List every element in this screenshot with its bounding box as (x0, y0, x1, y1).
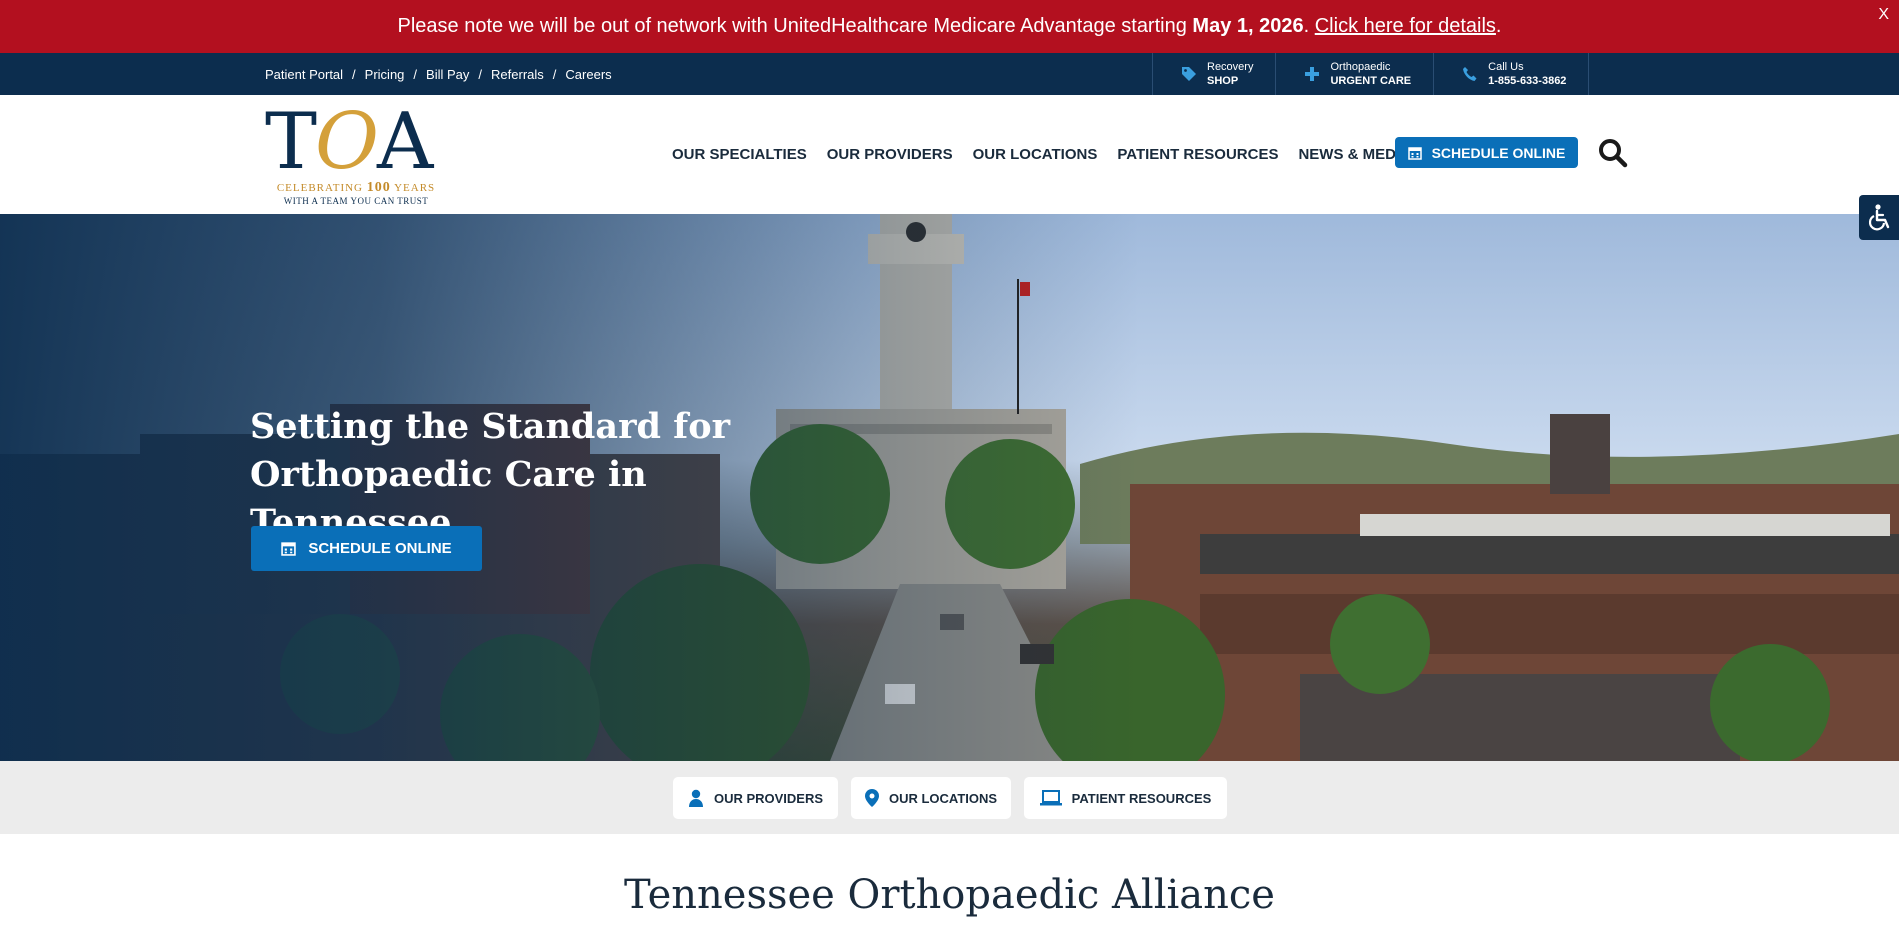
util-link-pricing[interactable]: Pricing (365, 67, 405, 82)
utility-actions: Recovery SHOP Orthopaedic URGENT CARE Call… (1152, 53, 1590, 95)
wheelchair-icon (1868, 203, 1890, 230)
calendar-icon (281, 542, 297, 556)
page-title: Tennessee Orthopaedic Alliance (624, 872, 1275, 918)
call-us-link[interactable]: Call Us 1-855-633-3862 (1433, 53, 1590, 95)
nav-our-locations[interactable]: OUR LOCATIONS (973, 146, 1098, 163)
util-link-referrals[interactable]: Referrals (491, 67, 544, 82)
utility-bar: Patient Portal / Pricing / Bill Pay / Re… (0, 53, 1899, 95)
urgent-care-link[interactable]: Orthopaedic URGENT CARE (1275, 53, 1433, 95)
quick-links-bar: OUR PROVIDERS OUR LOCATIONS PATIENT RESO… (0, 761, 1899, 834)
hero-section: Setting the Standard for Orthopaedic Car… (0, 214, 1899, 761)
search-icon[interactable] (1598, 138, 1628, 168)
toa-logo[interactable]: TOA CELEBRATING 100 YEARS WITH A TEAM YO… (265, 102, 447, 208)
alert-details-link[interactable]: Click here for details (1315, 15, 1496, 37)
map-pin-icon (864, 789, 879, 807)
nav-our-providers[interactable]: OUR PROVIDERS (827, 146, 953, 163)
alert-close-button[interactable]: X (1878, 6, 1889, 24)
alert-text: Please note we will be out of network wi… (397, 15, 1502, 37)
laptop-icon (1039, 790, 1062, 806)
util-link-bill-pay[interactable]: Bill Pay (426, 67, 469, 82)
quick-link-providers[interactable]: OUR PROVIDERS (673, 777, 838, 819)
util-link-patient-portal[interactable]: Patient Portal (265, 67, 343, 82)
util-link-careers[interactable]: Careers (565, 67, 611, 82)
recovery-shop-link[interactable]: Recovery SHOP (1152, 53, 1275, 95)
quick-link-patient-resources[interactable]: PATIENT RESOURCES (1024, 777, 1227, 819)
header-schedule-button[interactable]: SCHEDULE ONLINE (1395, 137, 1578, 168)
calendar-icon (1407, 146, 1422, 160)
site-header: TOA CELEBRATING 100 YEARS WITH A TEAM YO… (0, 95, 1899, 214)
phone-icon (1463, 67, 1477, 81)
tag-icon (1182, 67, 1196, 81)
user-icon (688, 789, 703, 807)
nav-our-specialties[interactable]: OUR SPECIALTIES (672, 146, 807, 163)
alert-banner: Please note we will be out of network wi… (0, 0, 1899, 53)
quick-link-locations[interactable]: OUR LOCATIONS (851, 777, 1011, 819)
accessibility-button[interactable] (1859, 195, 1899, 240)
nav-patient-resources[interactable]: PATIENT RESOURCES (1117, 146, 1278, 163)
plus-icon (1305, 67, 1320, 81)
utility-links: Patient Portal / Pricing / Bill Pay / Re… (265, 66, 612, 82)
main-nav: OUR SPECIALTIES OUR PROVIDERS OUR LOCATI… (672, 95, 1411, 214)
hero-schedule-button[interactable]: SCHEDULE ONLINE (251, 526, 482, 571)
